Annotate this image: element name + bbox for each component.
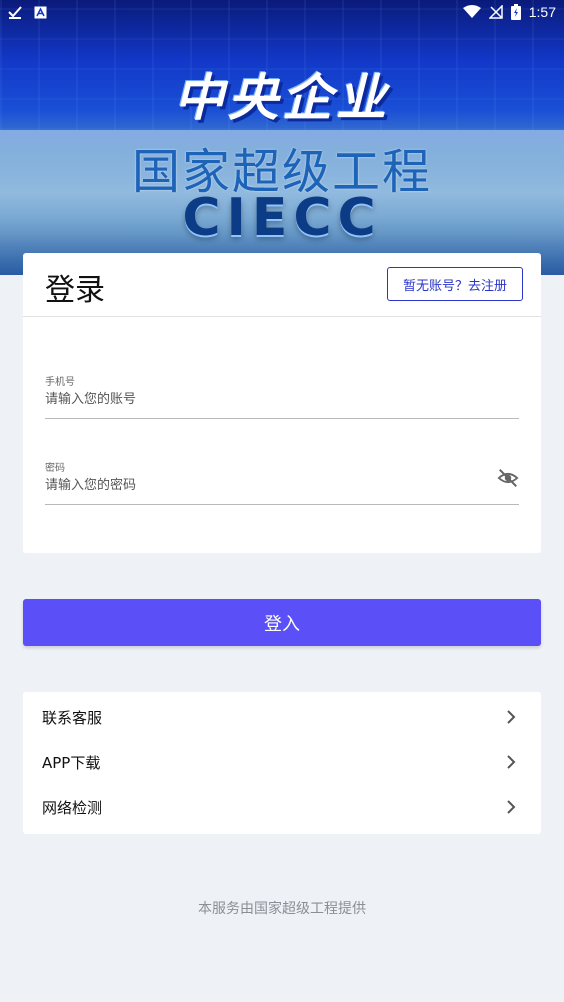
menu-item-app-download[interactable]: APP下载 — [23, 740, 541, 785]
password-input[interactable] — [45, 474, 485, 496]
chevron-right-icon — [507, 800, 516, 814]
eye-off-icon[interactable] — [497, 467, 519, 489]
hero-banner: 中央企业 国家超级工程 CIECC 1:57 — [0, 0, 564, 275]
login-submit-button[interactable]: 登入 — [23, 599, 541, 646]
chevron-right-icon — [507, 755, 516, 769]
login-title: 登录 — [45, 273, 105, 308]
phone-input[interactable] — [45, 388, 485, 410]
menu-item-customer-service[interactable]: 联系客服 — [23, 695, 541, 740]
login-card: 登录 暂无账号？去注册 手机号 密码 — [23, 253, 541, 553]
menu-item-label: APP下载 — [42, 754, 101, 772]
footer-text: 本服务由国家超级工程提供 — [198, 901, 366, 917]
phone-label: 手机号 — [45, 377, 75, 388]
chevron-right-icon — [507, 710, 516, 724]
phone-field: 手机号 — [45, 369, 519, 419]
password-label: 密码 — [45, 463, 65, 474]
menu-item-network-check[interactable]: 网络检测 — [23, 785, 541, 830]
login-header: 登录 暂无账号？去注册 — [23, 253, 541, 317]
status-time: 1:57 — [528, 4, 556, 20]
banner-title-line1: 中央企业 — [174, 69, 390, 127]
check-notification-icon — [8, 6, 22, 19]
banner-title-line3: CIECC — [182, 188, 382, 248]
menu-item-label: 联系客服 — [42, 709, 103, 727]
password-field: 密码 — [45, 455, 519, 505]
wifi-icon — [462, 5, 481, 18]
menu-list: 联系客服 APP下载 网络检测 — [23, 692, 541, 834]
battery-icon — [510, 4, 521, 20]
no-signal-icon — [488, 5, 503, 19]
app-notification-icon — [34, 6, 47, 18]
register-button[interactable]: 暂无账号？去注册 — [387, 267, 523, 301]
menu-item-label: 网络检测 — [42, 799, 103, 817]
status-bar: 1:57 — [0, 0, 564, 24]
